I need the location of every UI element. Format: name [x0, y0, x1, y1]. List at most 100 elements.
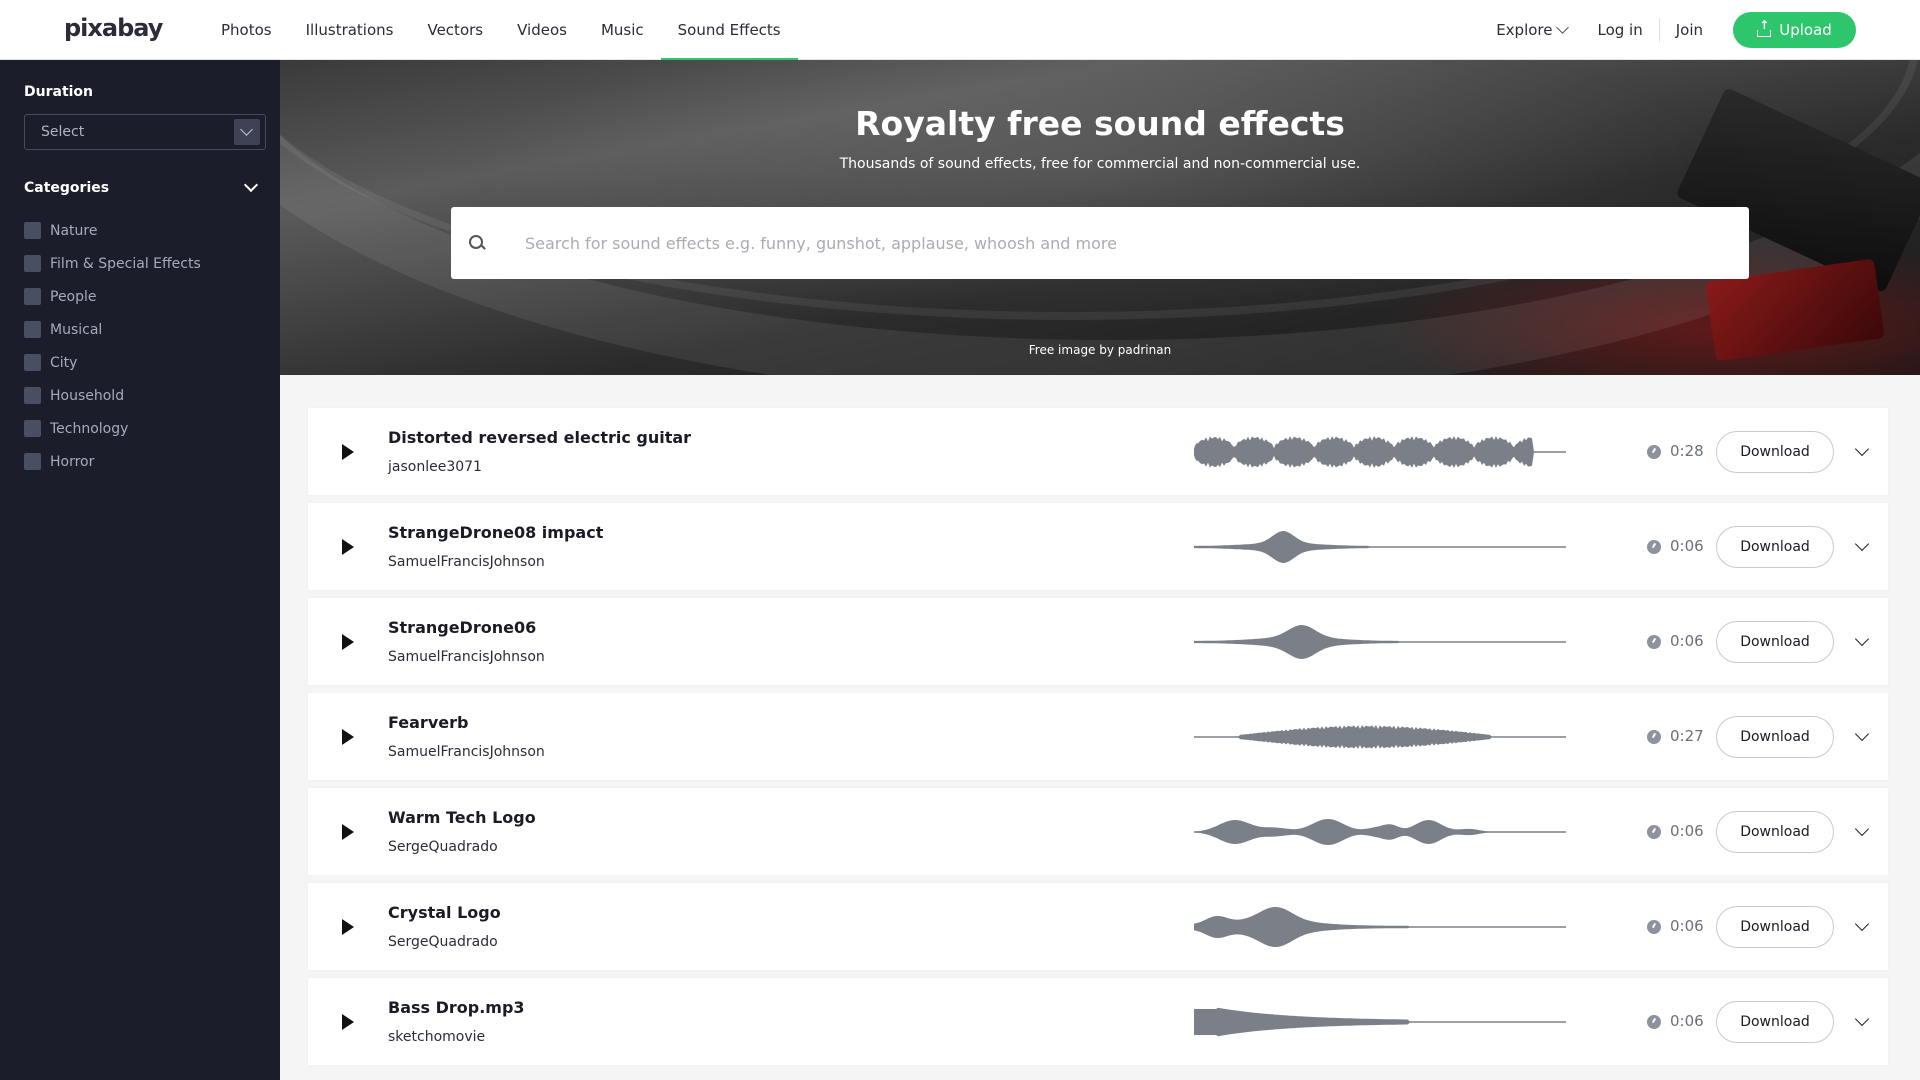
- waveform[interactable]: [1194, 810, 1566, 854]
- nav-videos[interactable]: Videos: [500, 0, 584, 60]
- waveform[interactable]: [1194, 525, 1566, 569]
- nav-illustrations[interactable]: Illustrations: [289, 0, 411, 60]
- checkbox[interactable]: [24, 354, 41, 371]
- download-button[interactable]: Download: [1716, 716, 1834, 758]
- top-navigation-bar: pixabay Photos Illustrations Vectors Vid…: [0, 0, 1920, 61]
- sound-duration: 0:06: [1670, 1012, 1704, 1030]
- category-people[interactable]: People: [24, 280, 266, 313]
- sound-row: StrangeDrone06 SamuelFrancisJohnson 0:06…: [308, 598, 1888, 685]
- sound-title[interactable]: Fearverb: [388, 713, 468, 732]
- chevron-down-icon[interactable]: [1854, 916, 1870, 932]
- sound-title[interactable]: Bass Drop.mp3: [388, 998, 525, 1017]
- chevron-down-icon[interactable]: [1854, 821, 1870, 837]
- nav-sound-effects[interactable]: Sound Effects: [660, 0, 798, 61]
- play-icon[interactable]: [342, 729, 354, 745]
- explore-menu[interactable]: Explore: [1496, 21, 1570, 39]
- download-button[interactable]: Download: [1716, 431, 1834, 473]
- category-list: Nature Film & Special Effects People Mus…: [24, 214, 266, 478]
- category-horror[interactable]: Horror: [24, 445, 266, 478]
- sound-title[interactable]: StrangeDrone08 impact: [388, 523, 603, 542]
- sound-row: Distorted reversed electric guitar jason…: [308, 408, 1888, 495]
- main-nav: Photos Illustrations Vectors Videos Musi…: [204, 0, 798, 61]
- chevron-down-icon[interactable]: [1854, 1011, 1870, 1027]
- category-label: Technology: [50, 420, 129, 437]
- join-link[interactable]: Join: [1676, 21, 1703, 39]
- waveform[interactable]: [1194, 1000, 1566, 1044]
- search-input[interactable]: [525, 233, 1705, 253]
- sound-title[interactable]: Distorted reversed electric guitar: [388, 428, 691, 447]
- image-credit[interactable]: Free image by padrinan: [280, 343, 1920, 357]
- play-icon[interactable]: [342, 634, 354, 650]
- download-button[interactable]: Download: [1716, 621, 1834, 663]
- category-label: Nature: [50, 222, 98, 239]
- sound-title[interactable]: Crystal Logo: [388, 903, 501, 922]
- waveform[interactable]: [1194, 905, 1566, 949]
- nav-vectors[interactable]: Vectors: [410, 0, 500, 60]
- download-button[interactable]: Download: [1716, 811, 1834, 853]
- checkbox[interactable]: [24, 420, 41, 437]
- sound-title[interactable]: Warm Tech Logo: [388, 808, 536, 827]
- categories-heading: Categories: [24, 180, 110, 196]
- sound-author[interactable]: SergeQuadrado: [388, 934, 498, 950]
- pixabay-logo[interactable]: pixabay: [64, 14, 163, 42]
- upload-icon: [1757, 18, 1772, 37]
- checkbox[interactable]: [24, 255, 41, 272]
- nav-photos[interactable]: Photos: [204, 0, 289, 60]
- search-icon[interactable]: [469, 235, 485, 251]
- chevron-down-icon[interactable]: [1854, 726, 1870, 742]
- duration-select[interactable]: Select: [24, 114, 266, 150]
- category-musical[interactable]: Musical: [24, 313, 266, 346]
- category-label: Film & Special Effects: [50, 255, 201, 272]
- play-icon[interactable]: [342, 824, 354, 840]
- checkbox[interactable]: [24, 387, 41, 404]
- category-label: Household: [50, 387, 125, 404]
- clock-icon: [1647, 730, 1661, 744]
- download-button[interactable]: Download: [1716, 526, 1834, 568]
- search-bar: [451, 207, 1749, 279]
- sound-author[interactable]: sketchomovie: [388, 1029, 485, 1045]
- sound-title[interactable]: StrangeDrone06: [388, 618, 536, 637]
- play-icon[interactable]: [342, 1014, 354, 1030]
- play-icon[interactable]: [342, 919, 354, 935]
- sound-author[interactable]: SamuelFrancisJohnson: [388, 554, 545, 570]
- sound-row: Fearverb SamuelFrancisJohnson 0:27 Downl…: [308, 693, 1888, 780]
- upload-button[interactable]: Upload: [1733, 12, 1856, 48]
- sound-author[interactable]: jasonlee3071: [388, 459, 482, 475]
- play-icon[interactable]: [342, 444, 354, 460]
- checkbox[interactable]: [24, 453, 41, 470]
- categories-toggle[interactable]: Categories: [24, 177, 266, 196]
- divider: [1658, 18, 1660, 42]
- sound-author[interactable]: SamuelFrancisJohnson: [388, 649, 545, 665]
- chevron-down-icon[interactable]: [1854, 441, 1870, 457]
- sound-duration: 0:27: [1670, 727, 1704, 745]
- waveform[interactable]: [1194, 620, 1566, 664]
- explore-label: Explore: [1496, 21, 1553, 39]
- duration-select-value: Select: [41, 124, 85, 140]
- checkbox[interactable]: [24, 222, 41, 239]
- checkbox[interactable]: [24, 288, 41, 305]
- download-button[interactable]: Download: [1716, 906, 1834, 948]
- checkbox[interactable]: [24, 321, 41, 338]
- category-household[interactable]: Household: [24, 379, 266, 412]
- category-city[interactable]: City: [24, 346, 266, 379]
- upload-label: Upload: [1779, 21, 1832, 39]
- nav-music[interactable]: Music: [584, 0, 661, 60]
- login-link[interactable]: Log in: [1597, 21, 1642, 39]
- waveform[interactable]: [1194, 715, 1566, 759]
- category-label: City: [50, 354, 78, 371]
- sound-effects-list: Distorted reversed electric guitar jason…: [308, 408, 1888, 1073]
- category-nature[interactable]: Nature: [24, 214, 266, 247]
- chevron-down-icon[interactable]: [1854, 631, 1870, 647]
- sound-duration: 0:06: [1670, 822, 1704, 840]
- download-button[interactable]: Download: [1716, 1001, 1834, 1043]
- clock-icon: [1647, 825, 1661, 839]
- category-technology[interactable]: Technology: [24, 412, 266, 445]
- category-label: Horror: [50, 453, 95, 470]
- sound-author[interactable]: SergeQuadrado: [388, 839, 498, 855]
- chevron-down-icon[interactable]: [1854, 536, 1870, 552]
- sound-author[interactable]: SamuelFrancisJohnson: [388, 744, 545, 760]
- waveform[interactable]: [1194, 430, 1566, 474]
- play-icon[interactable]: [342, 539, 354, 555]
- sound-row: Warm Tech Logo SergeQuadrado 0:06 Downlo…: [308, 788, 1888, 875]
- category-film-special-effects[interactable]: Film & Special Effects: [24, 247, 266, 280]
